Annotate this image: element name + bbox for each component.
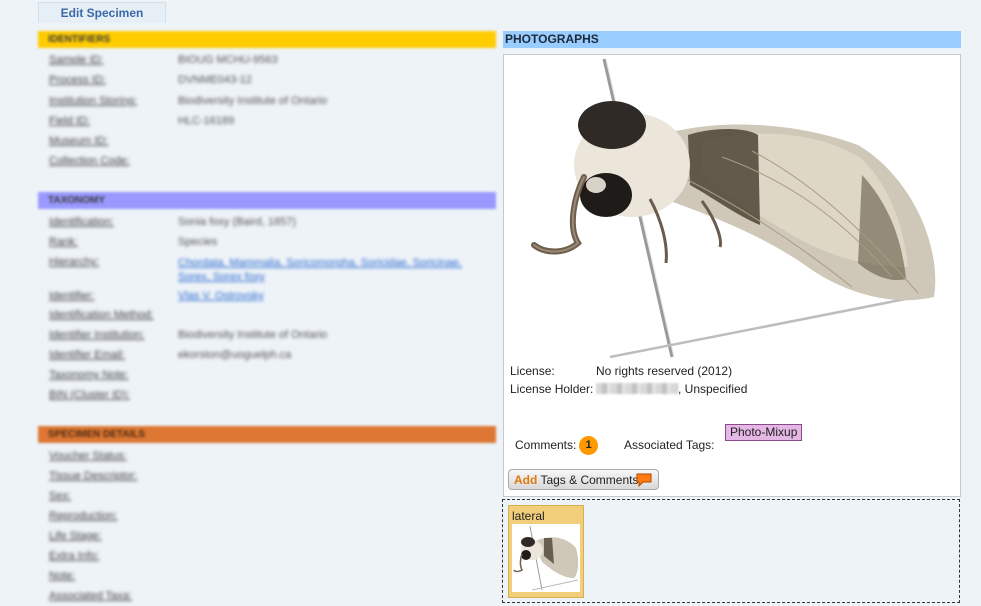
field-value: DVNME043-12 bbox=[178, 74, 252, 86]
specimen-photo[interactable] bbox=[522, 57, 944, 359]
field-value: Biodiversity Institute of Ontario bbox=[178, 329, 328, 341]
field-label[interactable]: Identification Method: bbox=[49, 309, 178, 321]
identifiers-header: IDENTIFIERS bbox=[38, 31, 496, 48]
row-bin: BIN (Cluster ID): bbox=[49, 389, 178, 403]
row-voucher-status: Voucher Status: bbox=[49, 450, 178, 464]
tab-edit-specimen[interactable]: Edit Specimen bbox=[38, 2, 166, 23]
add-word: Add bbox=[514, 473, 538, 487]
field-label[interactable]: Sex: bbox=[49, 490, 178, 502]
specimen-details-header: SPECIMEN DETAILS bbox=[38, 426, 496, 443]
field-label[interactable]: Identifier: bbox=[49, 290, 178, 302]
field-label[interactable]: Life Stage: bbox=[49, 530, 178, 542]
row-collection-code: Collection Code: bbox=[49, 155, 178, 169]
field-label[interactable]: Identifier Institution: bbox=[49, 329, 178, 341]
hierarchy-links[interactable]: Chordata, Mammalia, Soricomorpha, Sorici… bbox=[178, 256, 478, 284]
field-label[interactable]: Museum ID: bbox=[49, 135, 178, 147]
row-note: Note: bbox=[49, 570, 178, 584]
identifier-link[interactable]: Vlas V. Ostrovsky bbox=[178, 290, 264, 302]
field-label[interactable]: Sample ID: bbox=[49, 54, 178, 66]
row-field-id: Field ID: HLC-16189 bbox=[49, 115, 234, 129]
row-identifier-institution: Identifier Institution: Biodiversity Inst… bbox=[49, 329, 327, 343]
row-identification: Identification: Sonia foxy (Baird, 1857) bbox=[49, 216, 296, 230]
comments-label: Comments: bbox=[515, 438, 577, 452]
thumbnail-strip: lateral bbox=[502, 499, 960, 603]
field-label[interactable]: Reproduction: bbox=[49, 510, 178, 522]
license-holder-label: License Holder: bbox=[510, 382, 594, 396]
row-extra-info: Extra Info: bbox=[49, 550, 178, 564]
redacted-name bbox=[596, 383, 678, 394]
field-label[interactable]: Institution Storing: bbox=[49, 95, 178, 107]
row-process-id: Process ID: DVNME043-12 bbox=[49, 74, 252, 88]
photographs-panel: License: No rights reserved (2012) Licen… bbox=[503, 54, 961, 497]
field-value: Sonia foxy (Baird, 1857) bbox=[178, 216, 297, 228]
thumbnail-label: lateral bbox=[512, 509, 545, 523]
row-hierarchy: Hierarchy: Chordata, Mammalia, Soricomorp… bbox=[49, 256, 478, 286]
associated-tags-label: Associated Tags: bbox=[624, 438, 715, 452]
field-label[interactable]: Taxonomy Note: bbox=[49, 369, 178, 381]
row-identifier: Identifier: Vlas V. Ostrovsky bbox=[49, 290, 264, 304]
photographs-header: PHOTOGRAPHS bbox=[503, 31, 961, 48]
comment-count-badge[interactable]: 1 bbox=[579, 436, 598, 455]
row-tissue-descriptor: Tissue Descriptor: bbox=[49, 470, 178, 484]
row-identifier-email: Identifier Email: ekorston@uoguelph.ca bbox=[49, 349, 291, 363]
field-label[interactable]: Voucher Status: bbox=[49, 450, 178, 462]
field-value: ekorston@uoguelph.ca bbox=[178, 349, 292, 361]
field-label[interactable]: Rank: bbox=[49, 236, 178, 248]
field-value: HLC-16189 bbox=[178, 115, 235, 127]
field-label[interactable]: Hierarchy: bbox=[49, 256, 178, 268]
speech-bubble-icon bbox=[636, 473, 652, 487]
add-tags-comments-button[interactable]: Add Tags & Comments bbox=[508, 469, 659, 490]
row-taxonomy-note: Taxonomy Note: bbox=[49, 369, 178, 383]
row-rank: Rank: Species bbox=[49, 236, 217, 250]
field-value: Biodiversity Institute of Ontario bbox=[178, 95, 328, 107]
row-sex: Sex: bbox=[49, 490, 178, 504]
tag-photo-mixup[interactable]: Photo-Mixup bbox=[725, 424, 803, 441]
row-sample-id: Sample ID: BIOUG MCHU-9563 bbox=[49, 54, 278, 68]
thumbnail-image[interactable] bbox=[512, 524, 580, 592]
field-label[interactable]: Associated Taxa: bbox=[49, 590, 178, 602]
thumbnail-lateral[interactable]: lateral bbox=[508, 505, 584, 598]
field-label[interactable]: Note: bbox=[49, 570, 178, 582]
row-museum-id: Museum ID: bbox=[49, 135, 178, 149]
field-label[interactable]: Process ID: bbox=[49, 74, 178, 86]
row-institution-storing: Institution Storing: Biodiversity Institu… bbox=[49, 95, 327, 109]
field-label[interactable]: Identifier Email: bbox=[49, 349, 178, 361]
field-label[interactable]: Extra Info: bbox=[49, 550, 178, 562]
row-associated-taxa: Associated Taxa: bbox=[49, 590, 178, 604]
field-value: BIOUG MCHU-9563 bbox=[178, 54, 278, 66]
field-label[interactable]: Collection Code: bbox=[49, 155, 178, 167]
field-value: Species bbox=[178, 236, 218, 248]
taxonomy-header: TAXONOMY bbox=[38, 192, 496, 209]
add-button-label: Tags & Comments bbox=[537, 473, 639, 487]
field-label[interactable]: Tissue Descriptor: bbox=[49, 470, 178, 482]
row-identification-method: Identification Method: bbox=[49, 309, 178, 323]
license-label: License: bbox=[510, 364, 555, 378]
field-label[interactable]: Field ID: bbox=[49, 115, 178, 127]
license-holder-suffix: , Unspecified bbox=[678, 382, 748, 396]
field-label[interactable]: BIN (Cluster ID): bbox=[49, 389, 178, 401]
license-holder-value: , Unspecified bbox=[596, 382, 747, 396]
row-reproduction: Reproduction: bbox=[49, 510, 178, 524]
row-life-stage: Life Stage: bbox=[49, 530, 178, 544]
license-value: No rights reserved (2012) bbox=[596, 364, 733, 378]
field-label[interactable]: Identification: bbox=[49, 216, 178, 228]
